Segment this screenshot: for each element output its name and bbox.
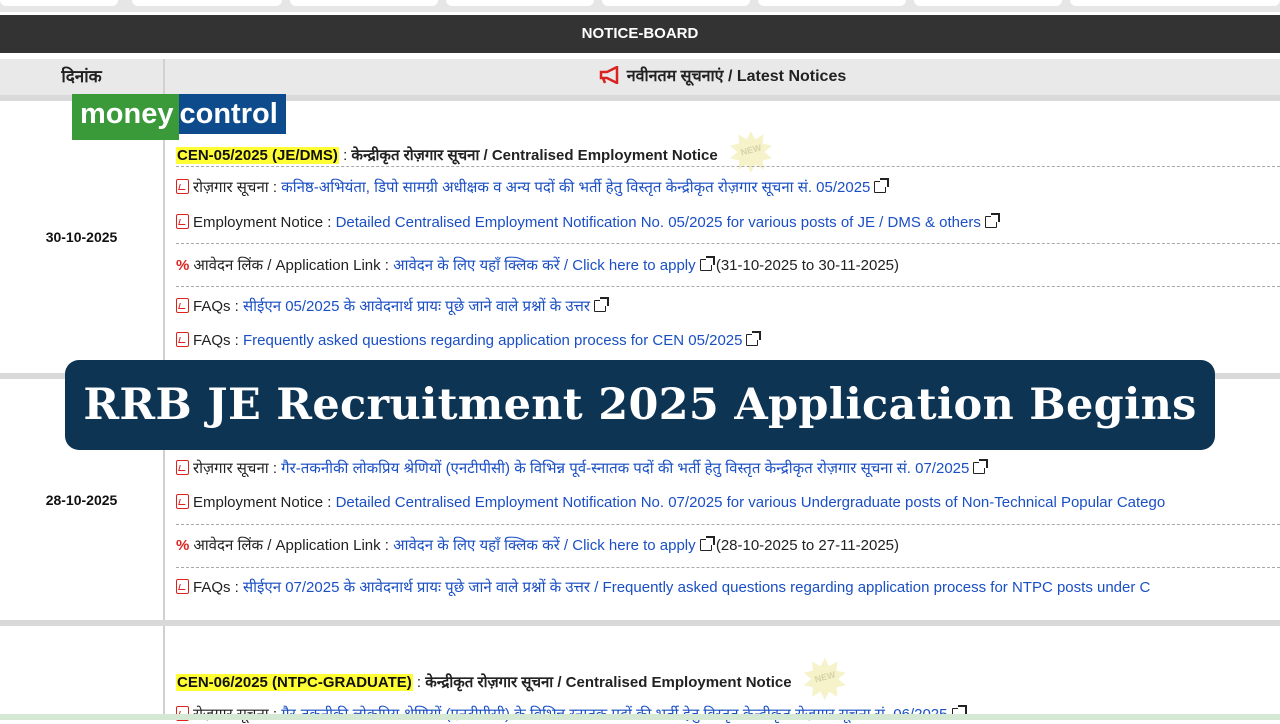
tab-stub[interactable] <box>914 0 1062 6</box>
cen-title: केन्द्रीकृत रोज़गार सूचना / Centralised … <box>425 673 792 691</box>
item-label: Employment Notice : <box>193 214 336 231</box>
dashed-divider <box>176 243 1280 244</box>
dashed-divider <box>176 524 1280 525</box>
notice-link[interactable]: गैर-तकनीकी लोकप्रिय श्रेणियों (एनटीपीसी)… <box>281 460 969 477</box>
notices-column-label: नवीनतम सूचनाएं / Latest Notices <box>626 68 847 85</box>
external-link-icon[interactable] <box>874 178 890 193</box>
external-link-icon[interactable] <box>973 459 989 474</box>
list-item: Employment Notice : Detailed Centralised… <box>176 212 1000 231</box>
item-label: आवेदन लिंक / Application Link : <box>193 537 394 554</box>
link-icon: % <box>176 537 190 554</box>
new-badge-icon: NEW <box>803 658 846 700</box>
application-dates: (28-10-2025 to 27-11-2025) <box>711 537 900 554</box>
top-tab-strip <box>0 0 1280 12</box>
tab-stub[interactable] <box>1070 0 1280 6</box>
separator: : <box>412 673 426 691</box>
notices-column-header: नवीनतम सूचनाएं / Latest Notices <box>165 59 1280 95</box>
notice-date: 30-10-2025 <box>45 229 118 245</box>
cen-code-highlight: CEN-06/2025 (NTPC-GRADUATE) <box>176 673 413 691</box>
tab-stub[interactable] <box>602 0 750 6</box>
list-item: FAQs : Frequently asked questions regard… <box>176 330 762 349</box>
date-column-header: दिनांक <box>61 67 102 86</box>
list-item: Employment Notice : Detailed Centralised… <box>176 492 1165 511</box>
pdf-icon <box>176 214 189 229</box>
item-label: Employment Notice : <box>193 494 336 511</box>
tab-stub[interactable] <box>132 0 282 6</box>
list-item: रोज़गार सूचना : गैर-तकनीकी लोकप्रिय श्रे… <box>176 458 989 478</box>
item-label: रोज़गार सूचना : <box>193 460 282 477</box>
notice-date: 28-10-2025 <box>45 492 118 508</box>
separator: : <box>338 146 352 164</box>
dashed-divider <box>176 567 1280 568</box>
tab-stub[interactable] <box>0 0 118 6</box>
megaphone-icon <box>599 64 618 86</box>
external-link-icon[interactable] <box>699 536 715 551</box>
external-link-icon[interactable] <box>984 213 1000 228</box>
moneycontrol-logo: money control <box>72 94 286 140</box>
dashed-divider <box>176 166 1280 167</box>
pdf-icon <box>176 332 189 347</box>
apply-link[interactable]: आवेदन के लिए यहाँ क्लिक करें / Click her… <box>393 537 696 554</box>
pdf-icon <box>176 494 189 509</box>
notice-link[interactable]: Detailed Centralised Employment Notifica… <box>336 214 981 231</box>
pdf-icon <box>176 579 189 594</box>
external-link-icon[interactable] <box>594 297 610 312</box>
item-label: FAQs : <box>193 579 244 596</box>
faq-link[interactable]: Frequently asked questions regarding app… <box>243 332 742 349</box>
pdf-icon <box>176 460 189 475</box>
apply-link[interactable]: आवेदन के लिए यहाँ क्लिक करें / Click her… <box>393 257 696 274</box>
pdf-icon <box>176 298 189 313</box>
list-item: FAQs : सीईएन 07/2025 के आवेदनार्थ प्रायः… <box>176 577 1150 597</box>
list-item: % आवेदन लिंक / Application Link : आवेदन क… <box>176 535 899 555</box>
external-link-icon[interactable] <box>746 331 762 346</box>
external-link-icon[interactable] <box>699 256 715 271</box>
headline-banner: RRB JE Recruitment 2025 Application Begi… <box>65 360 1215 450</box>
cen-heading: CEN-06/2025 (NTPC-GRADUATE) : केन्द्रीकृ… <box>176 658 846 704</box>
item-label: रोज़गार सूचना : <box>193 179 282 196</box>
cen-title: केन्द्रीकृत रोज़गार सूचना / Centralised … <box>351 146 718 164</box>
faq-link[interactable]: सीईएन 07/2025 के आवेदनार्थ प्रायः पूछे ज… <box>243 579 1150 596</box>
column-header-row: दिनांक नवीनतम सूचनाएं / Latest Notices <box>0 59 1280 95</box>
item-label: आवेदन लिंक / Application Link : <box>193 257 394 274</box>
faq-link[interactable]: सीईएन 05/2025 के आवेदनार्थ प्रायः पूछे ज… <box>243 298 590 315</box>
pdf-icon <box>176 179 189 194</box>
row-divider <box>0 620 1280 626</box>
list-item: % आवेदन लिंक / Application Link : आवेदन क… <box>176 255 899 275</box>
cen-code-highlight: CEN-05/2025 (JE/DMS) <box>176 146 339 164</box>
application-dates: (31-10-2025 to 30-11-2025) <box>711 257 900 274</box>
tab-stub[interactable] <box>446 0 594 6</box>
notice-link[interactable]: Detailed Centralised Employment Notifica… <box>336 494 1166 511</box>
cen-heading: CEN-05/2025 (JE/DMS) : केन्द्रीकृत रोज़ग… <box>176 131 772 177</box>
tab-stub[interactable] <box>290 0 438 6</box>
item-label: FAQs : <box>193 332 244 349</box>
tab-stub[interactable] <box>758 0 906 6</box>
dashed-divider <box>176 286 1280 287</box>
list-item: रोज़गार सूचना : कनिष्ठ-अभियंता, डिपो साम… <box>176 177 890 197</box>
item-label: FAQs : <box>193 298 244 315</box>
list-item: FAQs : सीईएन 05/2025 के आवेदनार्थ प्रायः… <box>176 296 610 316</box>
notice-link[interactable]: कनिष्ठ-अभियंता, डिपो सामग्री अधीक्षक व अ… <box>281 179 870 196</box>
link-icon: % <box>176 257 190 274</box>
logo-text-control: control <box>179 94 286 134</box>
bottom-strip <box>0 714 1280 720</box>
notice-board-header: NOTICE-BOARD <box>0 15 1280 53</box>
logo-text-money: money <box>72 94 180 140</box>
